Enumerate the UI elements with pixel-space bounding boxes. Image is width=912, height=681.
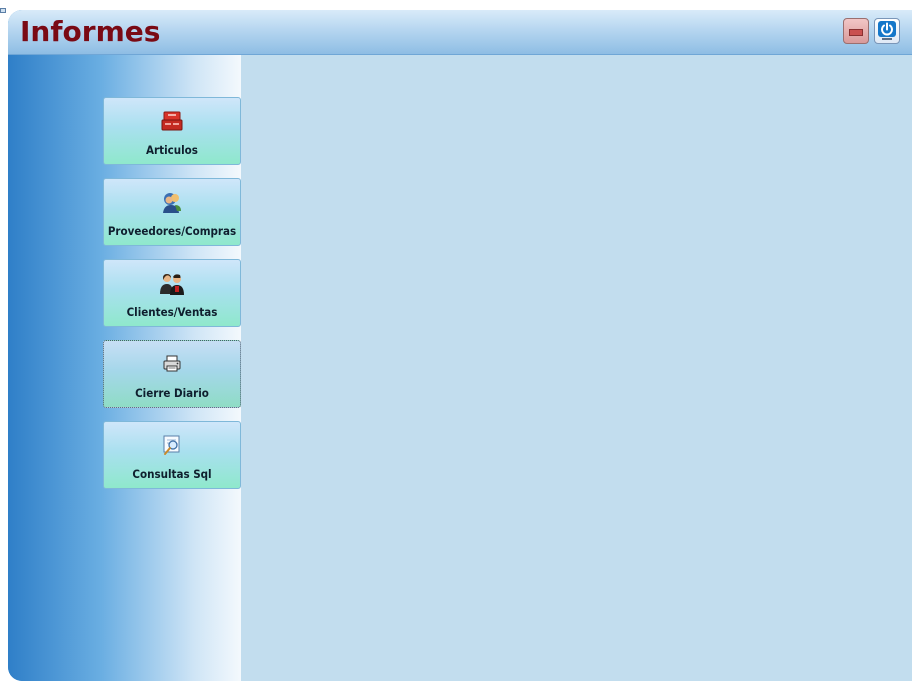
proveedores-compras-label: Proveedores/Compras bbox=[107, 224, 237, 238]
cierre-diario-button[interactable]: Cierre Diario bbox=[103, 340, 241, 408]
printer-icon bbox=[163, 355, 181, 372]
articulos-label: Articulos bbox=[146, 143, 198, 157]
content-area bbox=[241, 55, 912, 681]
minimize-button[interactable] bbox=[843, 18, 869, 44]
consultas-sql-button[interactable]: Consultas Sql bbox=[103, 421, 241, 489]
query-icon bbox=[163, 435, 180, 455]
sidebar: Articulos Proveedores/Compras Clientes/V… bbox=[8, 55, 241, 681]
cierre-diario-label: Cierre Diario bbox=[135, 386, 209, 400]
app-corner-icon bbox=[0, 0, 8, 13]
customers-icon bbox=[160, 274, 184, 295]
clientes-ventas-button[interactable]: Clientes/Ventas bbox=[103, 259, 241, 327]
window-title: Informes bbox=[20, 15, 161, 48]
informes-window: Informes Articulos Proveedores/Compras C… bbox=[8, 10, 912, 681]
power-button[interactable] bbox=[874, 18, 900, 44]
clientes-ventas-label: Clientes/Ventas bbox=[126, 305, 218, 319]
supplier-icon bbox=[163, 193, 181, 213]
boxes-icon bbox=[161, 111, 183, 131]
proveedores-compras-button[interactable]: Proveedores/Compras bbox=[103, 178, 241, 246]
power-icon bbox=[878, 21, 896, 40]
consultas-sql-label: Consultas Sql bbox=[132, 467, 212, 481]
articulos-button[interactable]: Articulos bbox=[103, 97, 241, 165]
title-bar: Informes bbox=[8, 10, 912, 55]
